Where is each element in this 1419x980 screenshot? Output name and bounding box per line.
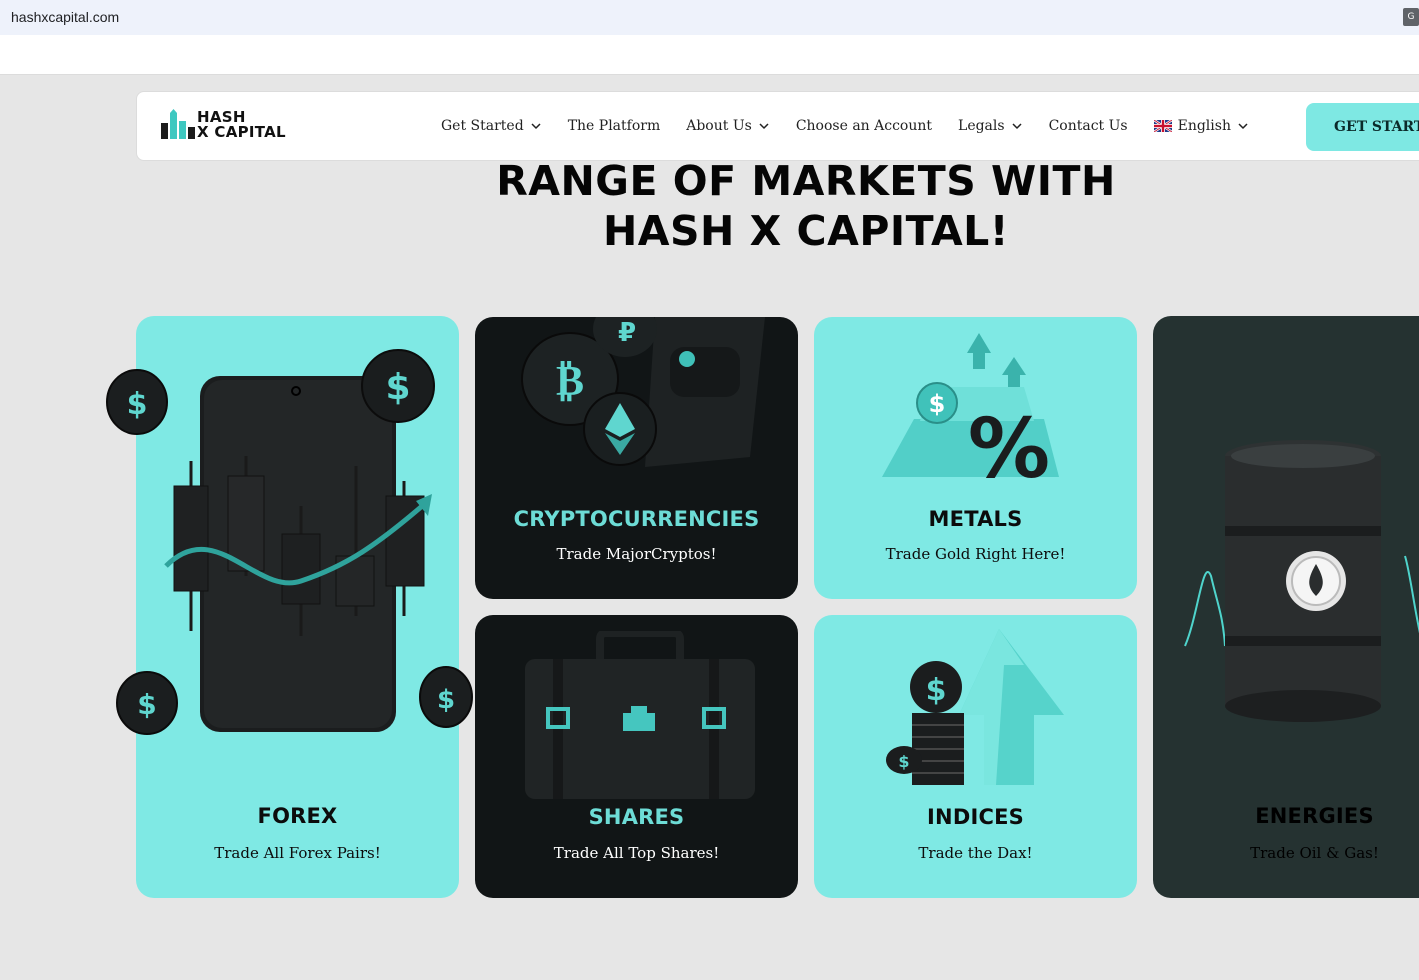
nav-label: Contact Us [1048, 118, 1128, 134]
card-title: CRYPTOCURRENCIES [513, 507, 760, 531]
heading-line-1: RANGE OF MARKETS WITH [496, 157, 1116, 205]
nav-legals[interactable]: Legals [958, 118, 1023, 134]
heading-line-2: HASH X CAPITAL! [602, 207, 1009, 255]
nav-the-platform[interactable]: The Platform [568, 118, 661, 134]
market-card-cryptocurrencies[interactable]: ₿ ₽ CRYPTOCURRENCIES Trade MajorCryptos! [475, 317, 798, 599]
card-subtitle: Trade the Dax! [918, 844, 1033, 862]
card-subtitle: Trade All Top Shares! [553, 844, 720, 862]
svg-text:$: $ [437, 685, 455, 715]
chevron-down-icon [1012, 123, 1022, 130]
svg-text:$: $ [385, 367, 410, 408]
language-label: English [1177, 118, 1231, 134]
uk-flag-icon [1153, 120, 1172, 132]
nav-choose-account[interactable]: Choose an Account [796, 118, 932, 134]
svg-text:₽: ₽ [618, 318, 636, 348]
card-title: ENERGIES [1255, 804, 1374, 828]
card-subtitle: Trade All Forex Pairs! [214, 844, 381, 862]
language-selector[interactable]: English [1153, 118, 1249, 134]
dollar-coin-icon: $ [106, 369, 168, 435]
browser-address-bar[interactable]: hashxcapital.com G [0, 0, 1419, 35]
main-navigation: Get Started The Platform About Us Choose… [441, 118, 1275, 134]
nav-label: Legals [958, 118, 1005, 134]
svg-text:%: % [968, 402, 1050, 489]
card-title: SHARES [588, 805, 685, 829]
briefcase-icon [525, 631, 755, 799]
url-text[interactable]: hashxcapital.com [11, 9, 119, 25]
dollar-coin-icon: $ [116, 671, 178, 735]
phone-chart-illustration: $ [164, 349, 435, 732]
nav-label: Get Started [441, 118, 524, 134]
nav-contact-us[interactable]: Contact Us [1049, 118, 1128, 134]
card-title: FOREX [257, 804, 338, 828]
nav-label: The Platform [567, 118, 661, 134]
translate-icon[interactable]: G [1403, 8, 1419, 26]
nav-get-started[interactable]: Get Started [441, 118, 542, 134]
svg-text:$: $ [137, 688, 156, 721]
gold-bars-percent-illustration: $ % [882, 333, 1059, 489]
svg-text:$: $ [127, 387, 148, 422]
svg-text:$: $ [926, 673, 947, 708]
chevron-down-icon [531, 123, 541, 130]
nav-label: Choose an Account [795, 118, 933, 134]
market-card-shares[interactable]: SHARES Trade All Top Shares! [475, 615, 798, 898]
market-card-metals[interactable]: $ % METALS Trade Gold Right Here! [814, 317, 1137, 599]
svg-text:$: $ [929, 390, 946, 418]
site-header: HASH X CAPITAL Get Started The Platform … [136, 91, 1419, 161]
logo-mark-icon [161, 109, 195, 139]
logo-text-capital: X CAPITAL [197, 123, 286, 141]
chevron-down-icon [1238, 123, 1248, 130]
site-logo[interactable]: HASH X CAPITAL [161, 109, 311, 143]
page-heading: RANGE OF MARKETS WITH HASH X CAPITAL! [0, 156, 1419, 256]
svg-text:₿: ₿ [556, 356, 584, 405]
nav-about-us[interactable]: About Us [686, 118, 770, 134]
get-started-button[interactable]: GET STARTED [1306, 103, 1419, 151]
oil-barrel-illustration [1184, 440, 1419, 722]
card-title: METALS [928, 507, 1023, 531]
svg-text:$: $ [898, 752, 909, 771]
nav-label: About Us [686, 118, 752, 134]
page-top-strip [0, 35, 1419, 75]
card-subtitle: Trade Gold Right Here! [885, 545, 1066, 563]
card-subtitle: Trade Oil & Gas! [1250, 844, 1379, 862]
market-card-energies[interactable]: ENERGIES Trade Oil & Gas! [1153, 316, 1419, 898]
market-card-indices[interactable]: $ $ INDICES Trade the Dax! [814, 615, 1137, 898]
chevron-down-icon [759, 123, 769, 130]
market-card-forex[interactable]: $ FOREX Trade All Forex Pairs! [136, 316, 459, 898]
dollar-coin-icon: $ [419, 666, 473, 728]
card-title: INDICES [927, 805, 1024, 829]
coins-up-arrow-illustration: $ $ [886, 629, 1064, 785]
card-subtitle: Trade MajorCryptos! [556, 545, 717, 563]
crypto-wallet-illustration: ₿ ₽ [521, 317, 765, 467]
